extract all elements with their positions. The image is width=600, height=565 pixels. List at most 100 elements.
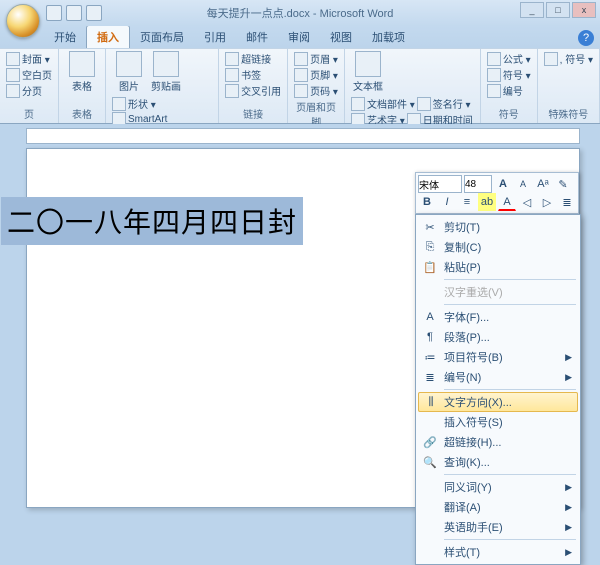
context-menu-item[interactable]: A字体(F)... bbox=[418, 307, 578, 327]
context-menu-item[interactable]: ✂ 剪切(T) bbox=[418, 217, 578, 237]
context-menu-item[interactable]: 🔗超链接(H)... bbox=[418, 432, 578, 452]
context-menu-item[interactable]: 样式(T)▶ bbox=[418, 542, 578, 562]
help-icon[interactable]: ? bbox=[578, 30, 594, 46]
menu-item-icon: 🔍 bbox=[422, 454, 438, 470]
context-menu-item[interactable]: 🔍查询(K)... bbox=[418, 452, 578, 472]
ruler[interactable] bbox=[26, 128, 580, 144]
bullet-list-icon[interactable]: ≣ bbox=[558, 193, 576, 211]
context-menu-item[interactable]: 同义词(Y)▶ bbox=[418, 477, 578, 497]
ribbon-item[interactable]: , 符号 ▾ bbox=[544, 51, 593, 66]
decrease-indent-icon[interactable]: ◁ bbox=[518, 193, 536, 211]
context-menu-item[interactable]: ¶段落(P)... bbox=[418, 327, 578, 347]
menu-item-label: 剪切(T) bbox=[444, 219, 480, 235]
menu-item-label: 英语助手(E) bbox=[444, 519, 503, 535]
context-menu-item[interactable]: 英语助手(E) ▶ bbox=[418, 517, 578, 537]
menu-item-label: 样式(T) bbox=[444, 544, 480, 560]
menu-item-icon bbox=[422, 544, 438, 560]
ribbon-group-label: 特殊符号 bbox=[544, 105, 593, 121]
ribbon-item[interactable]: 签名行 ▾ bbox=[417, 96, 471, 111]
ribbon-item[interactable]: 文档部件 ▾ bbox=[351, 96, 415, 111]
selected-text[interactable]: 二〇一八年四月四日封 bbox=[1, 197, 303, 245]
italic-icon[interactable]: I bbox=[438, 193, 456, 211]
grow-font-icon[interactable]: A bbox=[494, 175, 512, 193]
context-menu-item[interactable]: 插入符号(S) bbox=[418, 412, 578, 432]
shrink-font-icon[interactable]: A bbox=[514, 175, 532, 193]
tab-7[interactable]: 加载项 bbox=[362, 26, 415, 48]
tab-0[interactable]: 开始 bbox=[44, 26, 86, 48]
context-menu-item[interactable]: ⫼文字方向(X)... bbox=[418, 392, 578, 412]
submenu-arrow-icon: ▶ bbox=[565, 482, 572, 493]
menu-separator bbox=[444, 539, 576, 540]
ribbon-item[interactable]: 剪贴画 bbox=[149, 51, 183, 93]
ribbon-item[interactable]: 符号 ▾ bbox=[487, 67, 531, 82]
bold-icon[interactable]: B bbox=[418, 193, 436, 211]
menu-item-icon: ✂ bbox=[422, 219, 438, 235]
ribbon-group-0: 封面 ▾空白页分页页 bbox=[0, 49, 59, 123]
font-color-icon[interactable]: A bbox=[498, 193, 516, 211]
ribbon-group-7: , 符号 ▾ 特殊符号 bbox=[538, 49, 600, 123]
redo-icon[interactable] bbox=[86, 5, 102, 21]
font-family-input[interactable] bbox=[418, 175, 462, 193]
menu-item-icon bbox=[422, 519, 438, 535]
ribbon-group-2: 图片剪贴画形状 ▾SmartArt图表插图 bbox=[106, 49, 219, 123]
menu-item-label: 汉字重选(V) bbox=[444, 284, 503, 300]
ribbon-item[interactable]: 公式 ▾ bbox=[487, 51, 531, 66]
highlight-icon[interactable]: ab bbox=[478, 193, 496, 211]
tab-1[interactable]: 插入 bbox=[86, 25, 130, 48]
menu-item-icon: ⎘ bbox=[422, 239, 438, 255]
ribbon-item[interactable]: 空白页 bbox=[6, 67, 52, 82]
increase-indent-icon[interactable]: ▷ bbox=[538, 193, 556, 211]
context-menu-item[interactable]: 翻译(A) ▶ bbox=[418, 497, 578, 517]
undo-icon[interactable] bbox=[66, 5, 82, 21]
align-center-icon[interactable]: ≡ bbox=[458, 193, 476, 211]
menu-item-icon bbox=[422, 414, 438, 430]
ribbon-item[interactable]: 书签 bbox=[225, 67, 261, 82]
ribbon-item[interactable]: 交叉引用 bbox=[225, 83, 281, 98]
context-menu-item[interactable]: ≣ 编号(N) ▶ bbox=[418, 367, 578, 387]
menu-separator bbox=[444, 279, 576, 280]
submenu-arrow-icon: ▶ bbox=[565, 522, 572, 533]
tab-3[interactable]: 引用 bbox=[194, 26, 236, 48]
ribbon-item[interactable]: 封面 ▾ bbox=[6, 51, 50, 66]
tab-5[interactable]: 审阅 bbox=[278, 26, 320, 48]
title-bar: 每天提升一点点.docx - Microsoft Word _ □ x bbox=[0, 0, 600, 26]
menu-separator bbox=[444, 304, 576, 305]
ribbon-item[interactable]: 超链接 bbox=[225, 51, 271, 66]
tab-2[interactable]: 页面布局 bbox=[130, 26, 194, 48]
style-icon[interactable]: Aᵃ bbox=[534, 175, 552, 193]
submenu-arrow-icon: ▶ bbox=[565, 502, 572, 513]
menu-item-icon bbox=[422, 284, 438, 300]
context-menu-item[interactable]: ⎘复制(C) bbox=[418, 237, 578, 257]
ribbon-group-1: 表格表格 bbox=[59, 49, 106, 123]
ribbon-item[interactable]: 形状 ▾ bbox=[112, 96, 156, 111]
ribbon-item[interactable]: 图片 bbox=[112, 51, 146, 93]
font-size-input[interactable] bbox=[464, 175, 492, 193]
ribbon-item[interactable]: 分页 bbox=[6, 83, 42, 98]
office-button[interactable] bbox=[6, 4, 40, 38]
ribbon-item[interactable]: 页眉 ▾ bbox=[294, 51, 338, 66]
ribbon-item[interactable]: 页码 ▾ bbox=[294, 83, 338, 98]
submenu-arrow-icon: ▶ bbox=[565, 352, 572, 363]
close-button[interactable]: x bbox=[572, 2, 596, 18]
minimize-button[interactable]: _ bbox=[520, 2, 544, 18]
tab-4[interactable]: 邮件 bbox=[236, 26, 278, 48]
context-menu-item[interactable]: 📋粘贴(P) bbox=[418, 257, 578, 277]
maximize-button[interactable]: □ bbox=[546, 2, 570, 18]
menu-item-label: 文字方向(X)... bbox=[444, 394, 512, 410]
ribbon-item[interactable]: 页脚 ▾ bbox=[294, 67, 338, 82]
menu-item-label: 翻译(A) bbox=[444, 499, 481, 515]
ribbon-group-3: 超链接书签交叉引用链接 bbox=[219, 49, 288, 123]
menu-item-label: 编号(N) bbox=[444, 369, 481, 385]
menu-separator bbox=[444, 474, 576, 475]
submenu-arrow-icon: ▶ bbox=[565, 372, 572, 383]
save-icon[interactable] bbox=[46, 5, 62, 21]
context-menu-item[interactable]: ≔项目符号(B)▶ bbox=[418, 347, 578, 367]
menu-item-icon: ≣ bbox=[422, 369, 438, 385]
ribbon-item[interactable]: 编号 bbox=[487, 83, 523, 98]
tab-6[interactable]: 视图 bbox=[320, 26, 362, 48]
ribbon-item[interactable]: 表格 bbox=[65, 51, 99, 93]
ribbon-group-4: 页眉 ▾页脚 ▾页码 ▾页眉和页脚 bbox=[288, 49, 345, 123]
context-menu-item: 汉字重选(V) bbox=[418, 282, 578, 302]
format-painter-icon[interactable]: ✎ bbox=[554, 175, 572, 193]
ribbon-item[interactable]: 文本框 bbox=[351, 51, 385, 93]
